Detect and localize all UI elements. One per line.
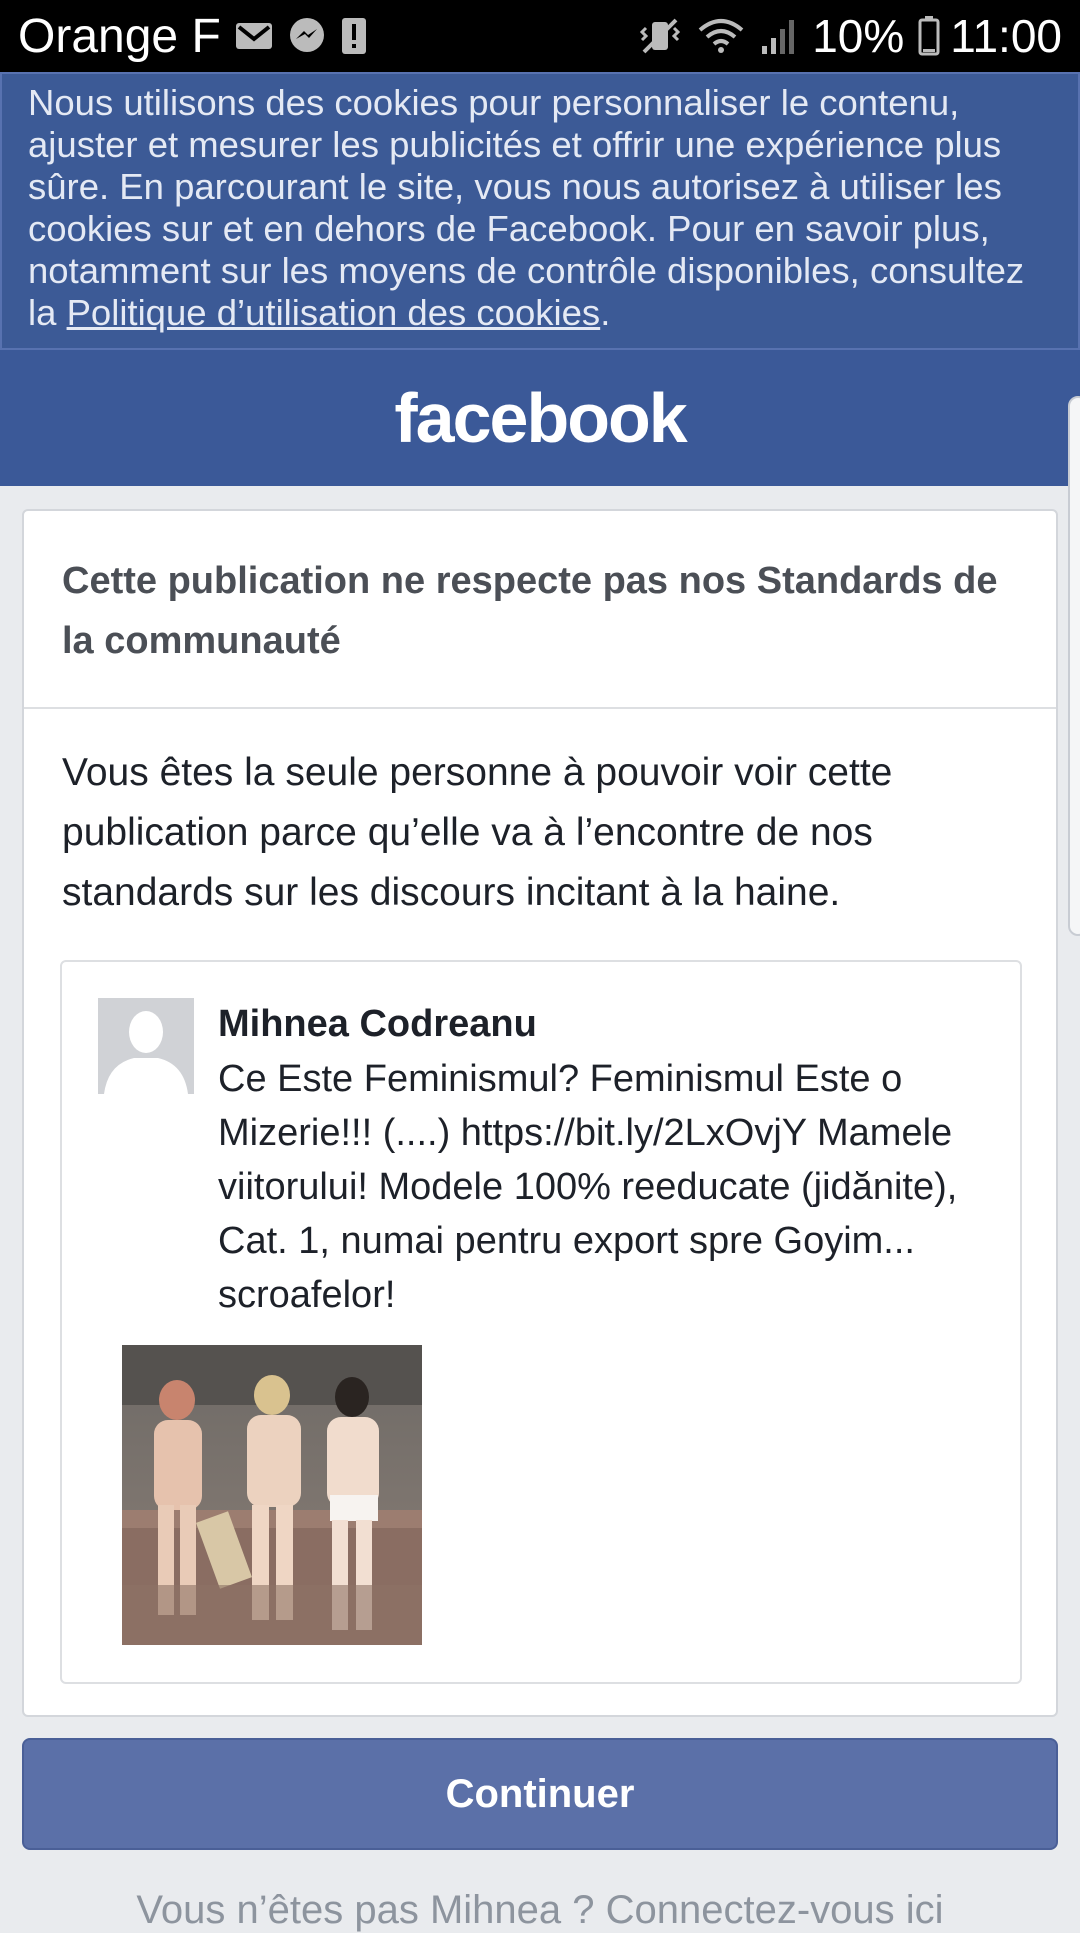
clock: 11:00 (950, 10, 1062, 62)
cookie-banner: Nous utilisons des cookies pour personna… (0, 72, 1080, 350)
community-standards-notice: Cette publication ne respecte pas nos St… (22, 509, 1058, 1717)
notice-title: Cette publication ne respecte pas nos St… (62, 560, 998, 662)
signal-icon (760, 16, 796, 56)
post-preview: Mihnea Codreanu Ce Este Feminismul? Femi… (60, 960, 1022, 1684)
facebook-logo[interactable]: facebook (394, 378, 687, 458)
cookie-banner-trailing: . (600, 292, 611, 333)
gmail-icon (235, 21, 273, 51)
facebook-header: facebook (0, 350, 1080, 486)
photo-image (122, 1345, 422, 1645)
post-text: Ce Este Feminismul? Feminismul Este o Mi… (218, 1058, 958, 1316)
avatar (98, 998, 194, 1094)
scroll-handle[interactable] (1068, 396, 1080, 936)
default-avatar-icon (98, 998, 194, 1094)
battery-percent: 10% (812, 10, 905, 62)
notice-body: Vous êtes la seule personne à pouvoir vo… (62, 751, 893, 914)
wifi-icon (696, 16, 746, 56)
battery-icon (918, 16, 940, 56)
post-author[interactable]: Mihnea Codreanu (218, 998, 537, 1050)
status-bar: Orange F 10% 11:00 (0, 0, 1080, 72)
continue-button[interactable]: Continuer (22, 1738, 1058, 1850)
cookie-policy-link[interactable]: Politique d’utilisation des cookies (67, 292, 601, 333)
carrier-name: Orange F (18, 9, 221, 63)
login-link[interactable]: Vous n’êtes pas Mihnea ? Connectez-vous … (0, 1888, 1080, 1933)
status-right: 10% 11:00 (624, 9, 1062, 63)
vibrate-icon (638, 16, 682, 56)
divider (24, 707, 1056, 709)
messenger-icon (287, 16, 327, 56)
post-photo[interactable] (122, 1345, 422, 1645)
alert-icon (341, 17, 367, 55)
status-left: Orange F (18, 9, 367, 64)
